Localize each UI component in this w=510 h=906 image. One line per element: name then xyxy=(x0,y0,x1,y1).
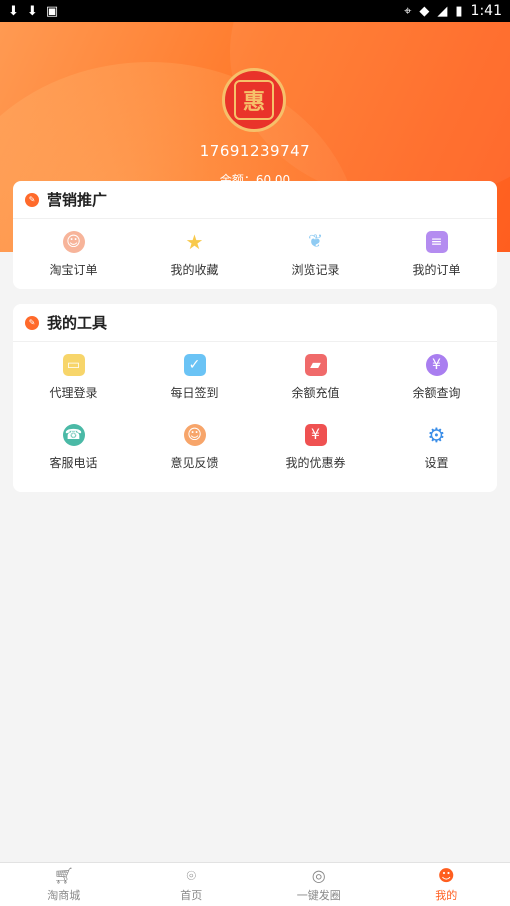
receipt-icon: ≡ xyxy=(425,230,448,253)
tab-mall[interactable]: 🛒︎ 淘商城 xyxy=(0,863,128,906)
feedback-icon: ☺ xyxy=(183,423,206,446)
user-icon: ☻ xyxy=(437,865,455,885)
grid-item-label: 每日签到 xyxy=(170,385,219,400)
tab-label: 淘商城 xyxy=(47,888,81,902)
grid-item-label: 我的优惠券 xyxy=(285,455,346,470)
status-right: ⌖ ◆ ◢ ▮ 1:41 xyxy=(404,3,502,19)
avatar[interactable]: 惠 xyxy=(222,68,286,132)
download-icon: ⬇ xyxy=(26,3,38,19)
tab-share[interactable]: ◎ 一键发圈 xyxy=(255,863,383,906)
grid-item-label: 我的订单 xyxy=(412,262,461,277)
grid-item-label: 淘宝订单 xyxy=(49,262,98,277)
grid-item-recharge[interactable]: ▰ 余额充值 xyxy=(255,342,376,412)
tab-home[interactable]: ⌾ 首页 xyxy=(128,863,256,906)
grid-item-history[interactable]: ❦ 浏览记录 xyxy=(255,219,376,289)
grid-item-label: 我的收藏 xyxy=(170,262,219,277)
calendar-check-icon: ✓ xyxy=(183,353,206,376)
coupon-icon: ¥ xyxy=(304,423,327,446)
grid-item-label: 代理登录 xyxy=(49,385,98,400)
status-time: 1:41 xyxy=(470,3,502,19)
marketing-card: ✎ 营销推广 ☺ 淘宝订单 ★ 我的收藏 ❦ 浏览记录 ≡ 我的订单 xyxy=(13,181,497,289)
tab-label: 我的 xyxy=(435,888,458,902)
tab-label: 首页 xyxy=(180,888,203,902)
tab-mine[interactable]: ☻ 我的 xyxy=(383,863,510,906)
tools-card-header: ✎ 我的工具 xyxy=(13,304,497,342)
star-icon: ★ xyxy=(185,229,204,254)
battery-icon: ▮ xyxy=(455,3,463,19)
grid-item-label: 余额查询 xyxy=(412,385,461,400)
wifi-icon: ◆ xyxy=(419,3,430,19)
grid-item-label: 意见反馈 xyxy=(170,455,219,470)
bottom-tab-bar: 🛒︎ 淘商城 ⌾ 首页 ◎ 一键发圈 ☻ 我的 xyxy=(0,862,510,906)
grid-item-settings[interactable]: ⚙ 设置 xyxy=(376,412,497,482)
marketing-title: 营销推广 xyxy=(47,191,108,209)
grid-item-customer-service[interactable]: ☎ 客服电话 xyxy=(13,412,134,482)
download-icon: ⬇ xyxy=(8,3,19,19)
footprint-icon: ❦ xyxy=(307,231,324,252)
tools-title: 我的工具 xyxy=(47,314,108,332)
tools-card: ✎ 我的工具 ▭ 代理登录 ✓ 每日签到 ▰ 余额充值 ¥ 余额查询 ☎ 客服电… xyxy=(13,304,497,492)
grid-item-balance-query[interactable]: ¥ 余额查询 xyxy=(376,342,497,412)
phone-icon: ☎ xyxy=(62,423,85,446)
section-badge-icon: ✎ xyxy=(25,192,39,207)
taobao-icon: ☺ xyxy=(62,230,85,253)
marketing-card-header: ✎ 营销推广 xyxy=(13,181,497,219)
location-status-icon: ⌖ xyxy=(404,3,412,19)
monitor-icon: ▭ xyxy=(62,353,85,376)
user-phone: 17691239747 xyxy=(199,142,311,160)
tab-label: 一键发圈 xyxy=(296,888,341,902)
gear-icon: ⚙ xyxy=(427,422,446,447)
grid-item-coupons[interactable]: ¥ 我的优惠券 xyxy=(255,412,376,482)
grid-item-label: 浏览记录 xyxy=(291,262,340,277)
marketing-grid: ☺ 淘宝订单 ★ 我的收藏 ❦ 浏览记录 ≡ 我的订单 xyxy=(13,219,497,289)
cart-icon: 🛒︎ xyxy=(53,865,74,885)
share-icon: ◎ xyxy=(311,865,326,885)
search-money-icon: ¥ xyxy=(425,353,448,376)
grid-item-feedback[interactable]: ☺ 意见反馈 xyxy=(134,412,255,482)
grid-item-label: 客服电话 xyxy=(49,455,98,470)
grid-item-taobao-orders[interactable]: ☺ 淘宝订单 xyxy=(13,219,134,289)
grid-item-my-orders[interactable]: ≡ 我的订单 xyxy=(376,219,497,289)
tools-grid: ▭ 代理登录 ✓ 每日签到 ▰ 余额充值 ¥ 余额查询 ☎ 客服电话 ☺ 意见反… xyxy=(13,342,497,492)
grid-item-daily-checkin[interactable]: ✓ 每日签到 xyxy=(134,342,255,412)
grid-item-label: 余额充值 xyxy=(291,385,340,400)
grid-item-label: 设置 xyxy=(424,455,449,470)
section-badge-icon: ✎ xyxy=(25,315,39,330)
location-icon: ⌾ xyxy=(186,865,197,885)
status-bar: ⬇ ⬇ ▣ ⌖ ◆ ◢ ▮ 1:41 xyxy=(0,0,510,22)
grid-item-favorites[interactable]: ★ 我的收藏 xyxy=(134,219,255,289)
signal-icon: ◢ xyxy=(437,3,448,19)
wallet-icon: ▰ xyxy=(304,353,327,376)
status-left: ⬇ ⬇ ▣ xyxy=(8,4,58,19)
avatar-logo: 惠 xyxy=(234,80,274,120)
grid-item-agent-login[interactable]: ▭ 代理登录 xyxy=(13,342,134,412)
image-notification-icon: ▣ xyxy=(45,3,59,19)
